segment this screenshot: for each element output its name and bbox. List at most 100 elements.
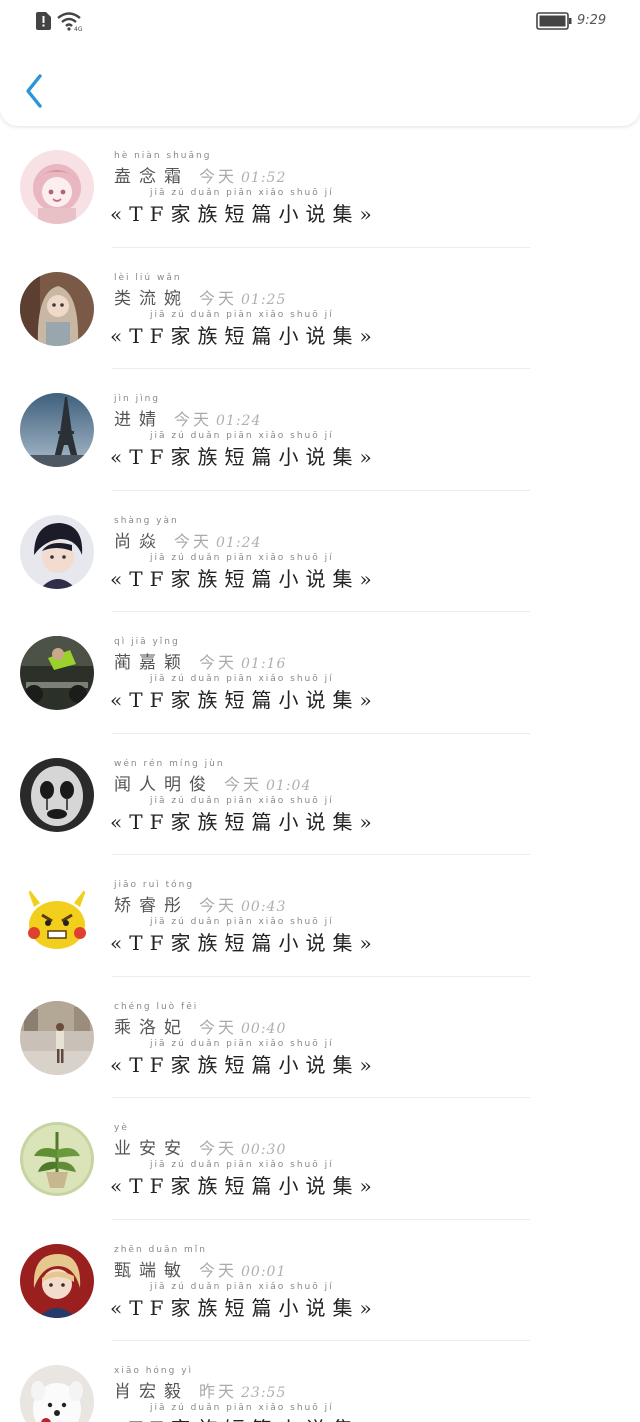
name-pinyin: zhēn duān mǐn (114, 1244, 207, 1255)
message-pinyin: jiā zú duǎn piān xiǎo shuō jí (150, 1160, 334, 1170)
sender-name: 肖宏毅 (114, 1382, 189, 1402)
message-time: 01:25 (241, 291, 287, 308)
sender-line: 进婧 今天 01:24 (114, 405, 261, 430)
sender-name: 业安安 (114, 1139, 189, 1159)
sim-card-alert-icon (36, 12, 51, 30)
name-pinyin: jìn jìng (114, 394, 160, 404)
message-pinyin: jiā zú duǎn piān xiǎo shuō jí (150, 1403, 334, 1413)
sender-name: 进婧 (114, 410, 164, 430)
avatar[interactable] (20, 150, 94, 224)
message-time: 01:52 (241, 170, 287, 186)
avatar[interactable] (20, 636, 94, 710)
list-item[interactable]: hè niàn shuāng 盍念霜 今天 01:52 jiā zú duǎn pi… (0, 126, 640, 248)
day-label: 今天 (199, 1017, 238, 1037)
sender-line: 闻人明俊 今天 01:04 (114, 770, 311, 795)
sender-line: 蔺嘉颖 今天 01:16 (114, 648, 286, 673)
message-pinyin: jiā zú duǎn piān xiǎo shuō jí (150, 917, 334, 927)
name-pinyin: yè (114, 1123, 129, 1133)
list-item[interactable]: lèi liú wǎn 类流婉 今天 01:25 jiā zú duǎn piān … (0, 247, 640, 369)
street-avatar-icon (20, 1000, 94, 1075)
message-text: «TF家族短篇小说集» (110, 445, 379, 469)
day-label: 今天 (199, 167, 238, 186)
sender-line: 甄端敏 今天 00:01 (114, 1256, 286, 1281)
gym-avatar-icon (20, 636, 94, 710)
day-label: 今天 (224, 774, 263, 794)
blonde-man-avatar-icon (20, 1243, 94, 1318)
battery-icon (536, 12, 572, 30)
list-item[interactable]: yè 业安安 今天 00:30 jiā zú duǎn piān xiǎo shuō… (0, 1098, 640, 1220)
status-time: 9:29 (577, 13, 607, 28)
list-item[interactable]: shàng yàn 尚焱 今天 01:24 jiā zú duǎn piān xiǎ… (0, 490, 640, 612)
day-label: 今天 (199, 1139, 238, 1158)
list-item[interactable]: jìn jìng 进婧 今天 01:24 jiā zú duǎn piān xiǎo… (0, 369, 640, 491)
sender-line: 肖宏毅 昨天 23:55 (114, 1377, 286, 1402)
list-item[interactable]: jiāo ruì tóng 矫睿彤 今天 00:43 jiā zú duǎn piā… (0, 855, 640, 977)
message-pinyin: jiā zú duǎn piān xiǎo shuō jí (150, 188, 334, 198)
day-label: 今天 (174, 410, 213, 429)
list-item[interactable]: qì jiā yǐng 蔺嘉颖 今天 01:16 jiā zú duǎn piān … (0, 612, 640, 734)
message-text: «TF家族短篇小说集» (110, 202, 379, 226)
message-list[interactable]: hè niàn shuāng 盍念霜 今天 01:52 jiā zú duǎn pi… (0, 126, 640, 1422)
pikachu-avatar-icon (20, 879, 94, 953)
name-pinyin: lèi liú wǎn (114, 272, 182, 283)
avatar[interactable] (20, 879, 94, 953)
sender-line: 业安安 今天 00:30 (114, 1134, 286, 1159)
name-pinyin: shàng yàn (114, 515, 179, 526)
message-time: 01:24 (216, 413, 262, 429)
name-pinyin: chéng luò fēi (114, 1001, 199, 1012)
avatar[interactable] (20, 271, 94, 346)
message-text: «TF家族短篇小说集» (110, 1174, 379, 1198)
day-label: 今天 (199, 896, 238, 915)
sender-line: 类流婉 今天 01:25 (114, 284, 286, 309)
list-item[interactable]: zhēn duān mǐn 甄端敏 今天 00:01 jiā zú duǎn piā… (0, 1219, 640, 1341)
name-pinyin: jiāo ruì tóng (114, 880, 195, 890)
message-text: «TF家族短篇小说集» (110, 688, 379, 712)
avatar[interactable] (20, 1365, 94, 1422)
message-text: «TF家族短篇小说集» (110, 1052, 379, 1077)
back-button[interactable] (20, 70, 50, 112)
message-text: «TF家族短篇小说集» (110, 931, 379, 955)
list-item[interactable]: xiāo hóng yì 肖宏毅 昨天 23:55 jiā zú duǎn piān… (0, 1341, 640, 1422)
day-label: 今天 (199, 288, 238, 308)
sender-line: 乘洛妃 今天 00:40 (114, 1013, 286, 1038)
day-label: 今天 (199, 653, 238, 672)
sender-name: 蔺嘉颖 (114, 653, 189, 673)
young-man-avatar-icon (20, 514, 94, 589)
avatar[interactable] (20, 1122, 94, 1196)
message-text: «TF家族短篇小说集» (110, 1413, 379, 1422)
avatar[interactable] (20, 757, 94, 832)
message-time: 01:04 (266, 777, 312, 794)
sender-name: 甄端敏 (114, 1260, 189, 1281)
sender-name: 乘洛妃 (114, 1017, 189, 1038)
top-app-bar: 4G 9:29 (0, 0, 640, 126)
avatar[interactable] (20, 514, 94, 589)
sender-line: 尚焱 今天 01:24 (114, 527, 261, 552)
sender-name: 闻人明俊 (114, 774, 214, 795)
dog-rose-avatar-icon (20, 1365, 94, 1422)
list-item[interactable]: chéng luò fēi 乘洛妃 今天 00:40 jiā zú duǎn piā… (0, 976, 640, 1098)
avatar[interactable] (20, 393, 94, 467)
sender-line: 盍念霜 今天 01:52 (114, 162, 286, 187)
sender-name: 尚焱 (114, 531, 164, 552)
message-text: «TF家族短篇小说集» (110, 323, 379, 348)
day-label: 今天 (174, 531, 213, 551)
list-item[interactable]: wén rén míng jùn 闻人明俊 今天 01:04 jiā zú duǎn… (0, 733, 640, 855)
message-pinyin: jiā zú duǎn piān xiǎo shuō jí (150, 552, 334, 563)
wifi-icon: 4G (57, 12, 83, 31)
day-label: 昨天 (199, 1382, 238, 1401)
message-text: «TF家族短篇小说集» (110, 1295, 379, 1320)
message-text: «TF家族短篇小说集» (110, 566, 379, 591)
eiffel-tower-avatar-icon (20, 393, 94, 467)
avatar[interactable] (20, 1000, 94, 1075)
message-time: 00:01 (241, 1263, 287, 1280)
svg-text:4G: 4G (74, 26, 83, 31)
message-pinyin: jiā zú duǎn piān xiǎo shuō jí (150, 1281, 334, 1292)
status-bar: 4G 9:29 (0, 0, 640, 40)
message-time: 01:24 (216, 534, 262, 551)
name-pinyin: hè niàn shuāng (114, 151, 212, 161)
message-time: 00:40 (241, 1020, 287, 1037)
day-label: 今天 (199, 1260, 238, 1280)
message-pinyin: jiā zú duǎn piān xiǎo shuō jí (150, 795, 334, 806)
sender-name: 类流婉 (114, 288, 189, 309)
avatar[interactable] (20, 1243, 94, 1318)
